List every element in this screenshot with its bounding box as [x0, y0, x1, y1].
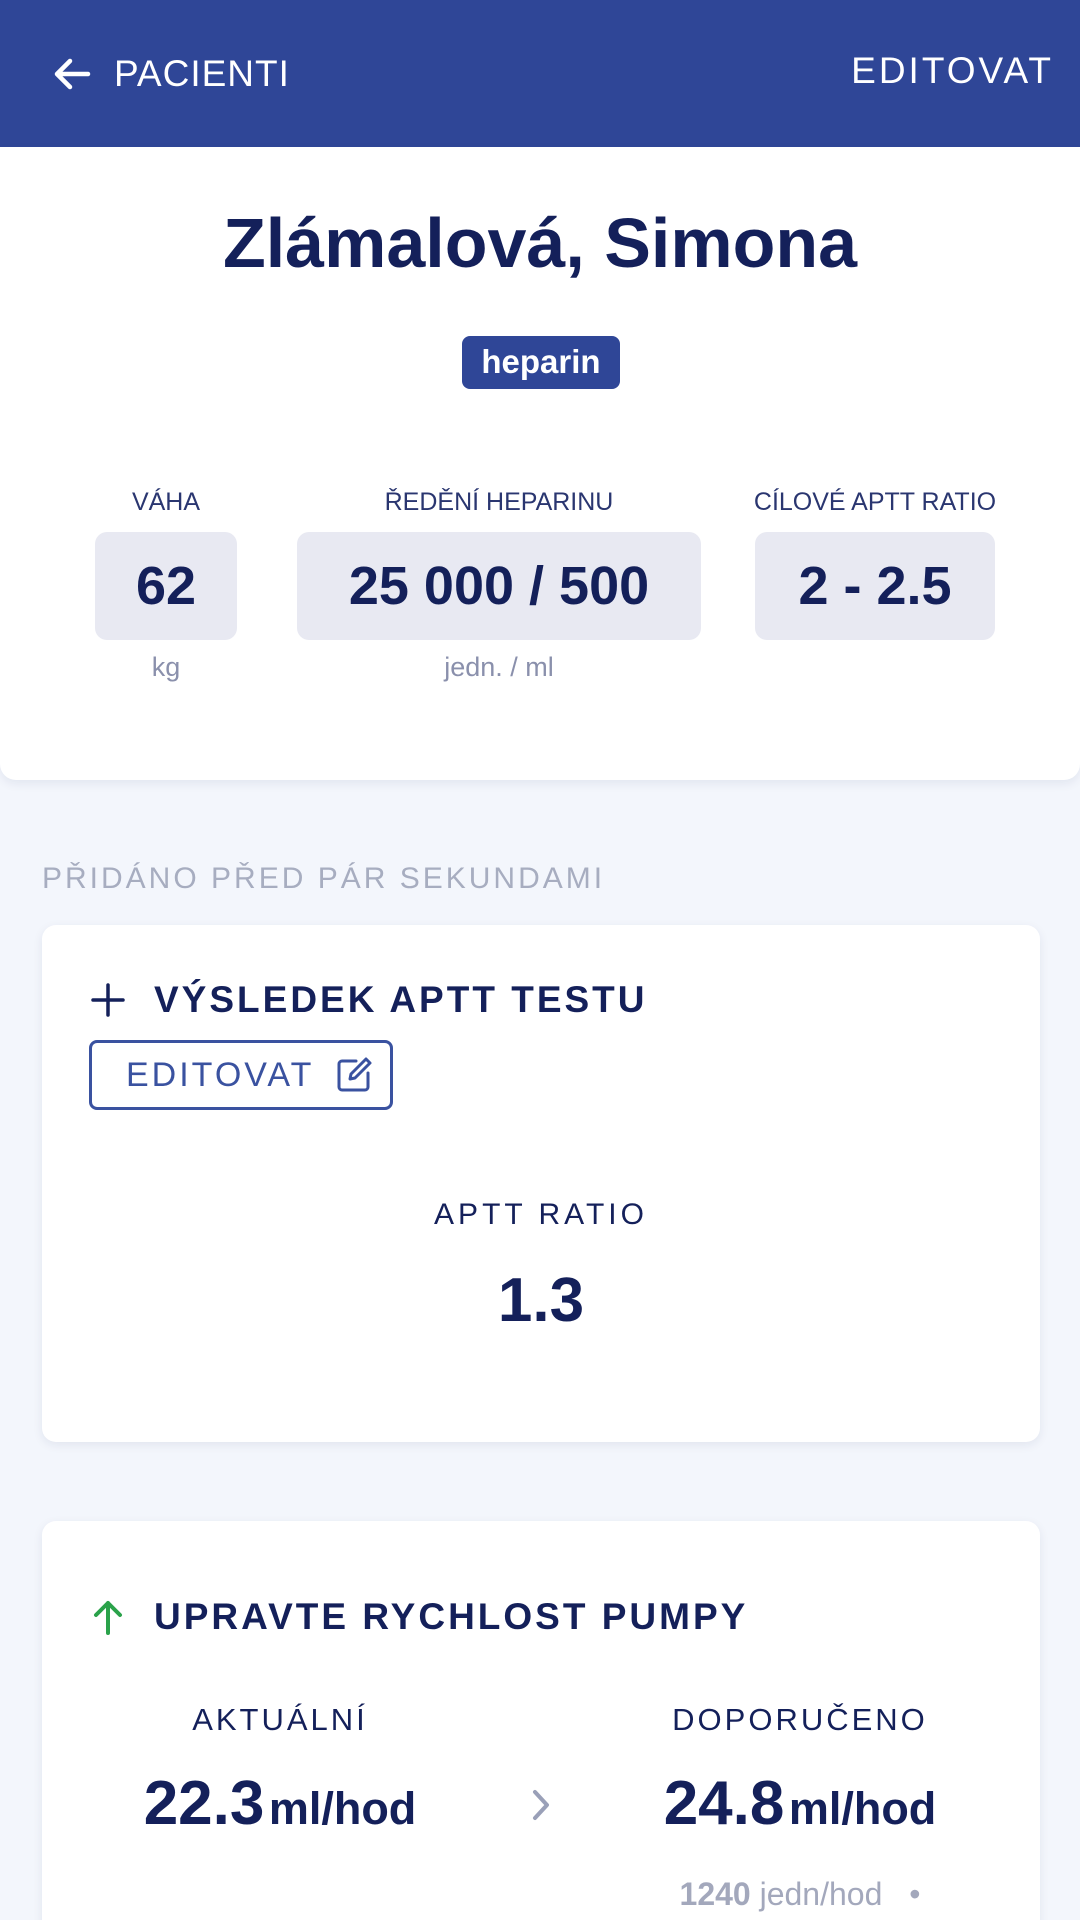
recommended-rate-value: 24.8 — [663, 1769, 785, 1838]
timeline-caption: PŘIDÁNO PŘED PÁR SEKUNDAMI — [42, 862, 606, 895]
target-ratio-value: 2 - 2.5 — [755, 532, 995, 640]
edit-patient-button[interactable]: EDITOVAT — [851, 50, 1054, 92]
arrow-left-icon — [54, 58, 91, 90]
recommended-rate: 24.8 ml/hod — [600, 1768, 1000, 1839]
recommended-rate-unit: ml/hod — [788, 1783, 937, 1834]
recommended-units-value: 1240 — [679, 1876, 751, 1912]
aptt-result-card: VÝSLEDEK APTT TESTU EDITOVAT APTT RATIO … — [42, 925, 1040, 1442]
weight-unit: kg — [151, 652, 181, 682]
edit-result-label: EDITOVAT — [126, 1055, 315, 1094]
pump-rate-title: UPRAVTE RYCHLOST PUMPY — [154, 1596, 749, 1637]
chevron-right-icon — [533, 1790, 549, 1820]
aptt-ratio-label: APTT RATIO — [434, 1198, 648, 1231]
edit-icon — [337, 1057, 372, 1092]
dilution-value: 25 000 / 500 — [297, 532, 701, 640]
recommended-units-rate: 1240 jedn/hod • — [560, 1876, 1040, 1913]
weight-label: VÁHA — [131, 488, 201, 516]
weight-value: 62 — [95, 532, 237, 640]
current-rate-label: AKTUÁLNÍ — [192, 1702, 368, 1737]
back-label: PACIENTI — [114, 53, 290, 94]
edit-result-button[interactable]: EDITOVAT — [89, 1040, 393, 1110]
separator-dot: • — [909, 1876, 921, 1912]
pump-rate-header: UPRAVTE RYCHLOST PUMPY — [88, 1596, 748, 1638]
target-ratio-label: CÍLOVÉ APTT RATIO — [753, 488, 997, 516]
current-rate-unit: ml/hod — [268, 1783, 417, 1834]
dilution-label: ŘEDĚNÍ HEPARINU — [384, 488, 614, 516]
arrow-up-icon — [94, 1601, 122, 1635]
patient-name: Zlámalová, Simona — [222, 204, 858, 282]
recommended-units-unit: jedn/hod — [759, 1876, 883, 1912]
current-rate: 22.3 ml/hod — [80, 1768, 480, 1839]
back-button[interactable]: PACIENTI — [48, 48, 290, 100]
patient-summary-card: Zlámalová, Simona heparin VÁHA 62 kg ŘED… — [0, 147, 1080, 780]
aptt-result-title: VÝSLEDEK APTT TESTU — [154, 979, 648, 1020]
aptt-result-header: VÝSLEDEK APTT TESTU — [88, 979, 648, 1021]
plus-icon — [91, 983, 125, 1017]
app-bar: PACIENTI EDITOVAT — [0, 0, 1080, 147]
current-rate-value: 22.3 — [143, 1769, 265, 1838]
aptt-ratio-value: 1.3 — [497, 1266, 585, 1335]
drug-badge: heparin — [462, 336, 620, 389]
dilution-unit: jedn. / ml — [444, 652, 554, 682]
recommended-rate-label: DOPORUČENO — [672, 1702, 928, 1737]
